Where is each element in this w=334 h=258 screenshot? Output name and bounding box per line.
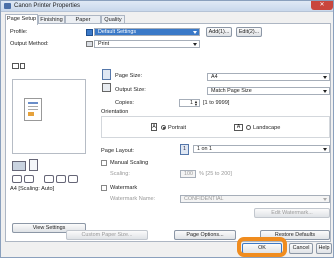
page-layout-select[interactable]: 1 on 1 (193, 145, 330, 153)
chevron-down-icon (323, 148, 327, 151)
preview-layout-icon[interactable] (12, 63, 19, 69)
preview-caption: A4 [Scaling: Auto] (10, 186, 55, 192)
profile-icon (86, 29, 93, 36)
watermark-value: CONFIDENTIAL (184, 196, 224, 202)
portrait-label: Portrait (168, 125, 187, 131)
title-bar: Canon Printer Properties ✕ (1, 1, 333, 12)
landscape-icon: A (234, 124, 243, 131)
stepper-arrows-icon[interactable]: ▲ ▼ (194, 100, 198, 107)
landscape-radio[interactable] (246, 125, 251, 130)
tab-page-setup[interactable]: Page Setup (5, 14, 38, 25)
edit-profile-button[interactable]: Edit(2)... (236, 27, 262, 37)
help-button[interactable]: Help (316, 243, 332, 254)
finishing-icon (12, 175, 22, 183)
watermark-checkbox[interactable] (101, 185, 107, 191)
watermark-name-label: Watermark Name: (110, 196, 156, 202)
page-size-label: Page Size: (115, 73, 143, 79)
orientation-group (101, 116, 330, 138)
landscape-label: Landscape (253, 125, 281, 131)
preview-page-icon[interactable] (20, 63, 25, 69)
watermark-label: Watermark (110, 185, 138, 191)
chevron-down-icon (323, 90, 327, 93)
printer-device-icon (12, 161, 26, 171)
paper-icon (29, 159, 38, 171)
staple-icon (24, 175, 34, 183)
orientation-label: Orientation (101, 109, 129, 115)
page-preview (12, 79, 86, 154)
portrait-radio[interactable] (161, 125, 166, 130)
output-method-select[interactable]: Print (94, 40, 200, 48)
copies-label: Copies: (115, 100, 134, 106)
output-size-value: Match Page Size (211, 88, 252, 94)
document-preview-icon (24, 98, 42, 121)
window-title: Canon Printer Properties (14, 3, 81, 9)
chevron-down-icon (323, 198, 327, 201)
close-button[interactable]: ✕ (311, 1, 333, 10)
manual-scaling-checkbox[interactable] (101, 160, 107, 166)
profile-label: Profile: (10, 29, 28, 35)
manual-scaling-label: Manual Scaling (110, 160, 149, 166)
printer-app-icon (4, 3, 11, 9)
output-method-value: Print (98, 41, 110, 47)
portrait-icon: A (151, 123, 157, 131)
chevron-down-icon (193, 43, 197, 46)
page-layout-icon: 1 (180, 144, 189, 155)
printer-properties-window: Canon Printer Properties ✕ Page Setup Fi… (0, 0, 334, 258)
scaling-label: Scaling: (110, 171, 130, 177)
output-size-label: Output Size: (115, 87, 146, 93)
printer-icon (86, 41, 93, 47)
page-layout-label: Page Layout: (101, 148, 134, 154)
watermark-select: CONFIDENTIAL (180, 195, 330, 203)
copies-range: [1 to 9999] (203, 100, 230, 106)
scaling-stepper: 100 (180, 170, 196, 178)
scaling-range: % [25 to 200] (199, 171, 232, 177)
output-size-icon (102, 83, 111, 92)
chevron-down-icon (193, 31, 197, 34)
cancel-button[interactable]: Cancel (289, 243, 313, 254)
output-method-label: Output Method: (10, 41, 49, 47)
page-size-select[interactable]: A4 (207, 73, 330, 81)
scaling-value: 100 (184, 171, 193, 177)
chevron-down-icon (323, 76, 327, 79)
output-size-select[interactable]: Match Page Size (207, 87, 330, 95)
page-setup-panel: Profile: Default Settings Add(1)... Edit… (5, 23, 331, 242)
edit-watermark-button: Edit Watermark... (254, 208, 330, 218)
page-layout-value: 1 on 1 (197, 146, 212, 152)
profile-select[interactable]: Default Settings (94, 28, 200, 36)
page-options-button[interactable]: Page Options... (174, 230, 236, 240)
color-icon (56, 175, 66, 183)
highlight-ring (237, 237, 287, 257)
custom-paper-size-button: Custom Paper Size... (66, 230, 148, 240)
copies-value: 1 (190, 100, 193, 106)
page-size-value: A4 (211, 74, 218, 80)
profile-value: Default Settings (98, 29, 137, 35)
page-size-icon (102, 69, 111, 80)
copies-stepper[interactable]: 1 ▲ ▼ (179, 99, 200, 107)
duplex-icon (44, 175, 54, 183)
quality-icon (68, 175, 78, 183)
add-profile-button[interactable]: Add(1)... (206, 27, 232, 37)
